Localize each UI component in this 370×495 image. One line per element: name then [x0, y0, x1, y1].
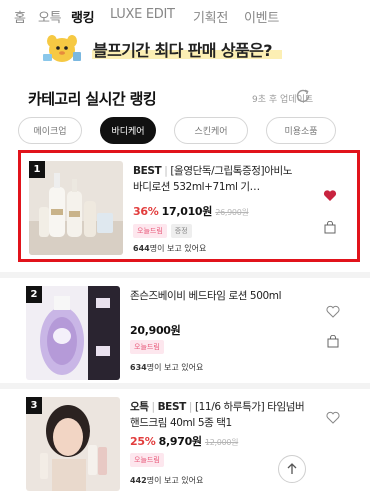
viewers-count: 644 — [133, 244, 150, 253]
heart-filled-icon[interactable] — [323, 189, 337, 202]
scroll-to-top-button[interactable] — [278, 455, 306, 483]
banner-title: 블프기간 최다 판매 상품은? — [93, 41, 273, 60]
viewers-text: 634명이 보고 있어요 — [130, 362, 203, 373]
product-title: [11/6 하루특가] 타임넘버 핸드크림 40ml 5종 택1 — [130, 401, 305, 429]
product-name[interactable]: BEST | [올영단독/그립톡증정]아비노 바디로션 532ml+71ml 기… — [133, 163, 309, 195]
promo-banner[interactable]: 블프기간 최다 판매 상품은? — [0, 30, 370, 66]
viewers-count: 634 — [130, 363, 147, 372]
top-nav: 홈 오특 랭킹 LUXE EDIT 기획전 이벤트 — [0, 0, 370, 34]
nav-tab-luxe-edit[interactable]: LUXE EDIT — [110, 7, 175, 22]
viewers-label: 명이 보고 있어요 — [146, 476, 204, 485]
viewers-label: 명이 보고 있어요 — [146, 363, 204, 372]
mascot-character-icon — [43, 35, 81, 62]
chip-skincare[interactable]: 스킨케어 — [174, 117, 248, 144]
nav-tab-home[interactable]: 홈 — [14, 7, 26, 26]
refresh-icon[interactable] — [294, 87, 312, 105]
original-price: 26,900원 — [215, 208, 249, 217]
arrow-up-icon — [287, 463, 297, 474]
chip-makeup[interactable]: 메이크업 — [18, 117, 82, 144]
rank-badge: 1 — [29, 161, 45, 178]
price-row: 20,900원 — [130, 322, 181, 338]
discount-rate: 36% — [133, 205, 159, 218]
nav-tab-otuk[interactable]: 오특 — [38, 7, 62, 26]
viewers-text: 442명이 보고 있어요 — [130, 475, 203, 486]
otuk-label: 오특 — [130, 401, 149, 413]
nav-tab-event[interactable]: 이벤트 — [244, 7, 279, 26]
sale-price: 20,900원 — [130, 324, 181, 337]
rank-badge: 3 — [26, 397, 42, 414]
shopping-bag-icon[interactable] — [324, 221, 336, 234]
rank-badge: 2 — [26, 286, 42, 303]
product-item-1[interactable]: 1 BEST | [올영단독/그립톡증정]아비노 바디로션 532ml+71ml… — [18, 150, 360, 262]
tag-list: 오늘드림 — [130, 340, 164, 354]
product-item-2[interactable]: 2 존슨즈베이비 베드타임 로션 500ml 20,900원 오늘드림 634명… — [18, 278, 360, 390]
tag-list: 오늘드림 — [130, 453, 164, 467]
viewers-text: 644명이 보고 있어요 — [133, 243, 206, 254]
product-name[interactable]: 존슨즈베이비 베드타임 로션 500ml — [130, 288, 306, 304]
discount-rate: 25% — [130, 435, 156, 448]
shopping-bag-icon[interactable] — [327, 335, 339, 348]
heart-outline-icon[interactable] — [326, 411, 340, 424]
original-price: 12,000원 — [204, 438, 239, 447]
sale-price: 8,970원 — [158, 435, 202, 448]
product-name[interactable]: 오특 | BEST | [11/6 하루특가] 타임넘버 핸드크림 40ml 5… — [130, 399, 306, 431]
chip-beauty-tools[interactable]: 미용소품 — [266, 117, 336, 144]
nav-tab-exhibition[interactable]: 기획전 — [193, 7, 228, 26]
sale-price: 17,010원 — [161, 205, 213, 218]
viewers-count: 442 — [130, 476, 147, 485]
product-item-3[interactable]: 3 오특 | BEST | [11/6 하루특가] 타임넘버 핸드크림 40ml… — [18, 389, 360, 495]
tag-today-delivery: 오늘드림 — [130, 453, 164, 467]
tag-gift: 증정 — [170, 224, 192, 238]
best-label: BEST — [157, 401, 187, 413]
best-label: BEST — [133, 165, 162, 177]
viewers-label: 명이 보고 있어요 — [149, 244, 207, 253]
heart-outline-icon[interactable] — [326, 305, 340, 318]
ranking-title: 카테고리 실시간 랭킹 — [28, 90, 157, 108]
chip-bodycare[interactable]: 바디케어 — [100, 117, 156, 144]
tag-today-delivery: 오늘드림 — [130, 340, 164, 354]
price-row: 36% 17,010원 26,900원 — [133, 203, 249, 219]
tag-list: 오늘드림 증정 — [133, 224, 192, 238]
nav-tab-ranking[interactable]: 랭킹 — [71, 7, 95, 26]
price-row: 25% 8,970원 12,000원 — [130, 433, 239, 449]
tag-today-delivery: 오늘드림 — [133, 224, 167, 238]
